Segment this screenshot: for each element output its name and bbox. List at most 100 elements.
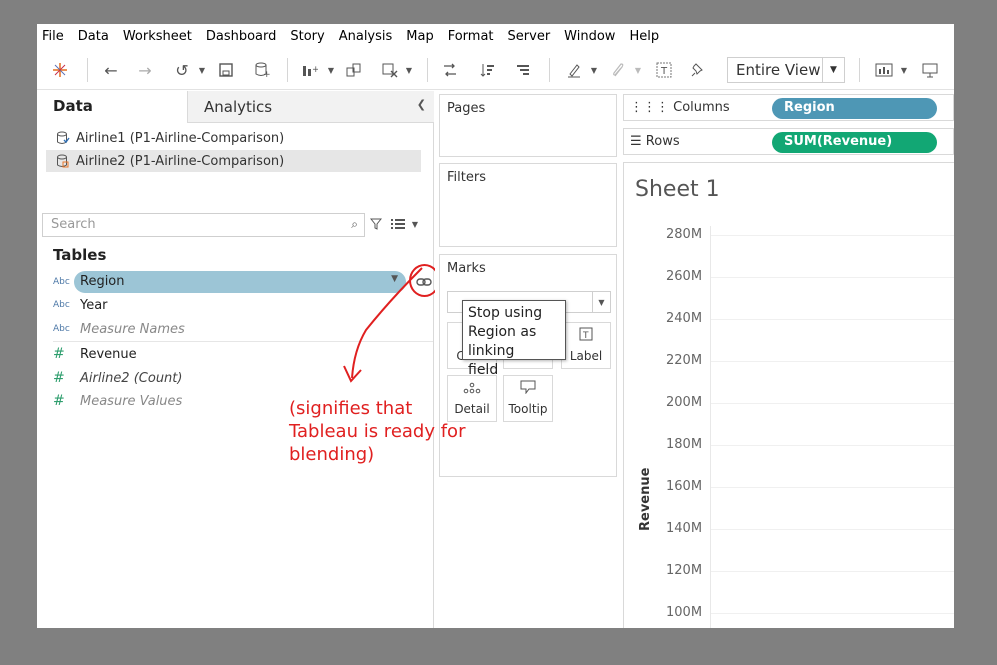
- menu-server[interactable]: Server: [508, 29, 551, 44]
- new-worksheet-caret-icon[interactable]: ▼: [326, 50, 336, 90]
- search-icon: ⌕: [351, 217, 358, 231]
- field-revenue[interactable]: # Revenue: [53, 343, 137, 365]
- columns-pill-region[interactable]: Region: [772, 98, 937, 119]
- field-year[interactable]: Abc Year: [53, 294, 108, 316]
- undo-icon[interactable]: ←: [101, 50, 121, 90]
- filter-icon[interactable]: [367, 209, 385, 239]
- datasource-airline1[interactable]: Airline1 (P1-Airline-Comparison): [46, 127, 421, 149]
- marks-label-label: Label: [569, 349, 603, 363]
- view-options-icon[interactable]: [389, 209, 407, 239]
- menu-story[interactable]: Story: [290, 29, 324, 44]
- menu-analysis[interactable]: Analysis: [339, 29, 393, 44]
- fit-view-select[interactable]: Entire View ▼: [727, 57, 845, 83]
- clear-sheet-icon[interactable]: [379, 50, 401, 90]
- highlight-icon[interactable]: [563, 50, 585, 90]
- annotation-arrow: [343, 267, 423, 383]
- menu-format[interactable]: Format: [448, 29, 494, 44]
- data-pane-tabs: Data Analytics ❮: [37, 91, 434, 123]
- save-icon[interactable]: [215, 50, 237, 90]
- menu-data[interactable]: Data: [78, 29, 109, 44]
- field-search-placeholder: Search: [51, 217, 96, 232]
- presentation-mode-icon[interactable]: [919, 50, 941, 90]
- sort-ascending-icon[interactable]: [477, 50, 499, 90]
- menu-worksheet[interactable]: Worksheet: [123, 29, 192, 44]
- view-canvas: Sheet 1 280M 260M 240M 220M 200M 180M 160M 140M…: [623, 162, 954, 628]
- y-tick-label: 180M: [666, 437, 703, 452]
- menu-bar: File Data Worksheet Dashboard Story Anal…: [37, 24, 954, 48]
- marks-tooltip-label: Tooltip: [508, 402, 548, 416]
- highlight-caret-icon[interactable]: ▼: [589, 50, 599, 90]
- menu-help[interactable]: Help: [629, 29, 659, 44]
- y-tick-label: 220M: [666, 353, 703, 368]
- show-mark-labels-icon[interactable]: T: [653, 50, 675, 90]
- mark-type-caret-icon[interactable]: ▼: [592, 292, 610, 312]
- swap-icon[interactable]: [439, 50, 461, 90]
- menu-file[interactable]: File: [42, 29, 64, 44]
- group-caret-icon[interactable]: ▼: [633, 50, 643, 90]
- svg-text:+: +: [312, 65, 318, 75]
- rows-shelf[interactable]: ☰ Rows SUM(Revenue): [623, 128, 954, 155]
- secondary-datasource-icon: [56, 154, 70, 168]
- show-me-caret-icon[interactable]: ▼: [899, 50, 909, 90]
- pin-icon[interactable]: [687, 50, 709, 90]
- field-measure-values[interactable]: # Measure Values: [53, 390, 182, 412]
- new-worksheet-icon[interactable]: +: [299, 50, 321, 90]
- sort-descending-icon[interactable]: [512, 50, 534, 90]
- rows-pill-sum-revenue[interactable]: SUM(Revenue): [772, 132, 937, 153]
- y-tick-label: 240M: [666, 311, 703, 326]
- y-gridline: [711, 613, 954, 614]
- string-type-icon: Abc: [53, 300, 70, 310]
- svg-text:T: T: [582, 331, 589, 341]
- tables-heading: Tables: [53, 246, 107, 264]
- svg-text:+: +: [263, 70, 270, 78]
- number-type-icon: #: [53, 393, 65, 409]
- clear-caret-icon[interactable]: ▼: [404, 50, 414, 90]
- field-airline2-count[interactable]: # Airline2 (Count): [53, 367, 182, 389]
- datasource-airline2-label: Airline2 (P1-Airline-Comparison): [76, 153, 285, 169]
- tableau-logo-icon[interactable]: [49, 50, 71, 90]
- filters-card-title: Filters: [447, 170, 486, 185]
- tooltip-icon: [520, 380, 536, 398]
- annotation-line-1: (signifies that: [289, 398, 413, 419]
- y-gridline: [711, 361, 954, 362]
- y-axis-line: [710, 226, 711, 628]
- duplicate-icon[interactable]: [343, 50, 365, 90]
- field-search-input[interactable]: Search ⌕: [42, 213, 365, 237]
- datasource-airline2[interactable]: Airline2 (P1-Airline-Comparison): [46, 150, 421, 172]
- columns-label: Columns: [673, 100, 730, 115]
- filters-card[interactable]: Filters: [439, 163, 617, 247]
- menu-map[interactable]: Map: [406, 29, 433, 44]
- menu-window[interactable]: Window: [564, 29, 615, 44]
- field-measure-values-label: Measure Values: [80, 393, 183, 409]
- redo-icon[interactable]: →: [135, 50, 155, 90]
- primary-datasource-icon: [56, 131, 70, 145]
- y-gridline: [711, 529, 954, 530]
- tab-analytics[interactable]: Analytics ❮: [187, 91, 434, 123]
- y-gridline: [711, 571, 954, 572]
- tooltip-line-3: field: [468, 362, 499, 378]
- columns-shelf[interactable]: ⋮⋮⋮ Columns Region: [623, 94, 954, 121]
- field-measure-names-label: Measure Names: [80, 321, 185, 337]
- toolbar: ← → ↺ ▼ + + ▼ ▼ ▼ ▼ T Entire View ▼ ▼: [37, 50, 954, 90]
- pages-card[interactable]: Pages: [439, 94, 617, 157]
- replay-caret-icon[interactable]: ▼: [197, 50, 207, 90]
- tab-data[interactable]: Data: [37, 91, 187, 123]
- marks-card-title: Marks: [447, 261, 486, 276]
- new-datasource-icon[interactable]: +: [251, 50, 273, 90]
- marks-label-button[interactable]: T Label: [561, 322, 611, 369]
- menu-dashboard[interactable]: Dashboard: [206, 29, 277, 44]
- columns-icon: ⋮⋮⋮: [630, 100, 669, 115]
- sheet-title[interactable]: Sheet 1: [635, 177, 720, 202]
- y-axis-label[interactable]: Revenue: [638, 468, 653, 531]
- view-options-caret-icon[interactable]: ▼: [409, 209, 421, 239]
- fit-view-caret-icon[interactable]: ▼: [822, 58, 844, 82]
- marks-tooltip-button[interactable]: Tooltip: [503, 375, 553, 422]
- y-tick-label: 260M: [666, 269, 703, 284]
- field-measure-names[interactable]: Abc Measure Names: [53, 318, 185, 340]
- collapse-pane-icon[interactable]: ❮: [417, 98, 426, 111]
- replay-icon[interactable]: ↺: [171, 50, 193, 90]
- show-me-icon[interactable]: [873, 50, 895, 90]
- group-icon[interactable]: [607, 50, 629, 90]
- rows-shelf-label: ☰ Rows: [630, 134, 680, 149]
- field-region-label: Region: [80, 274, 125, 289]
